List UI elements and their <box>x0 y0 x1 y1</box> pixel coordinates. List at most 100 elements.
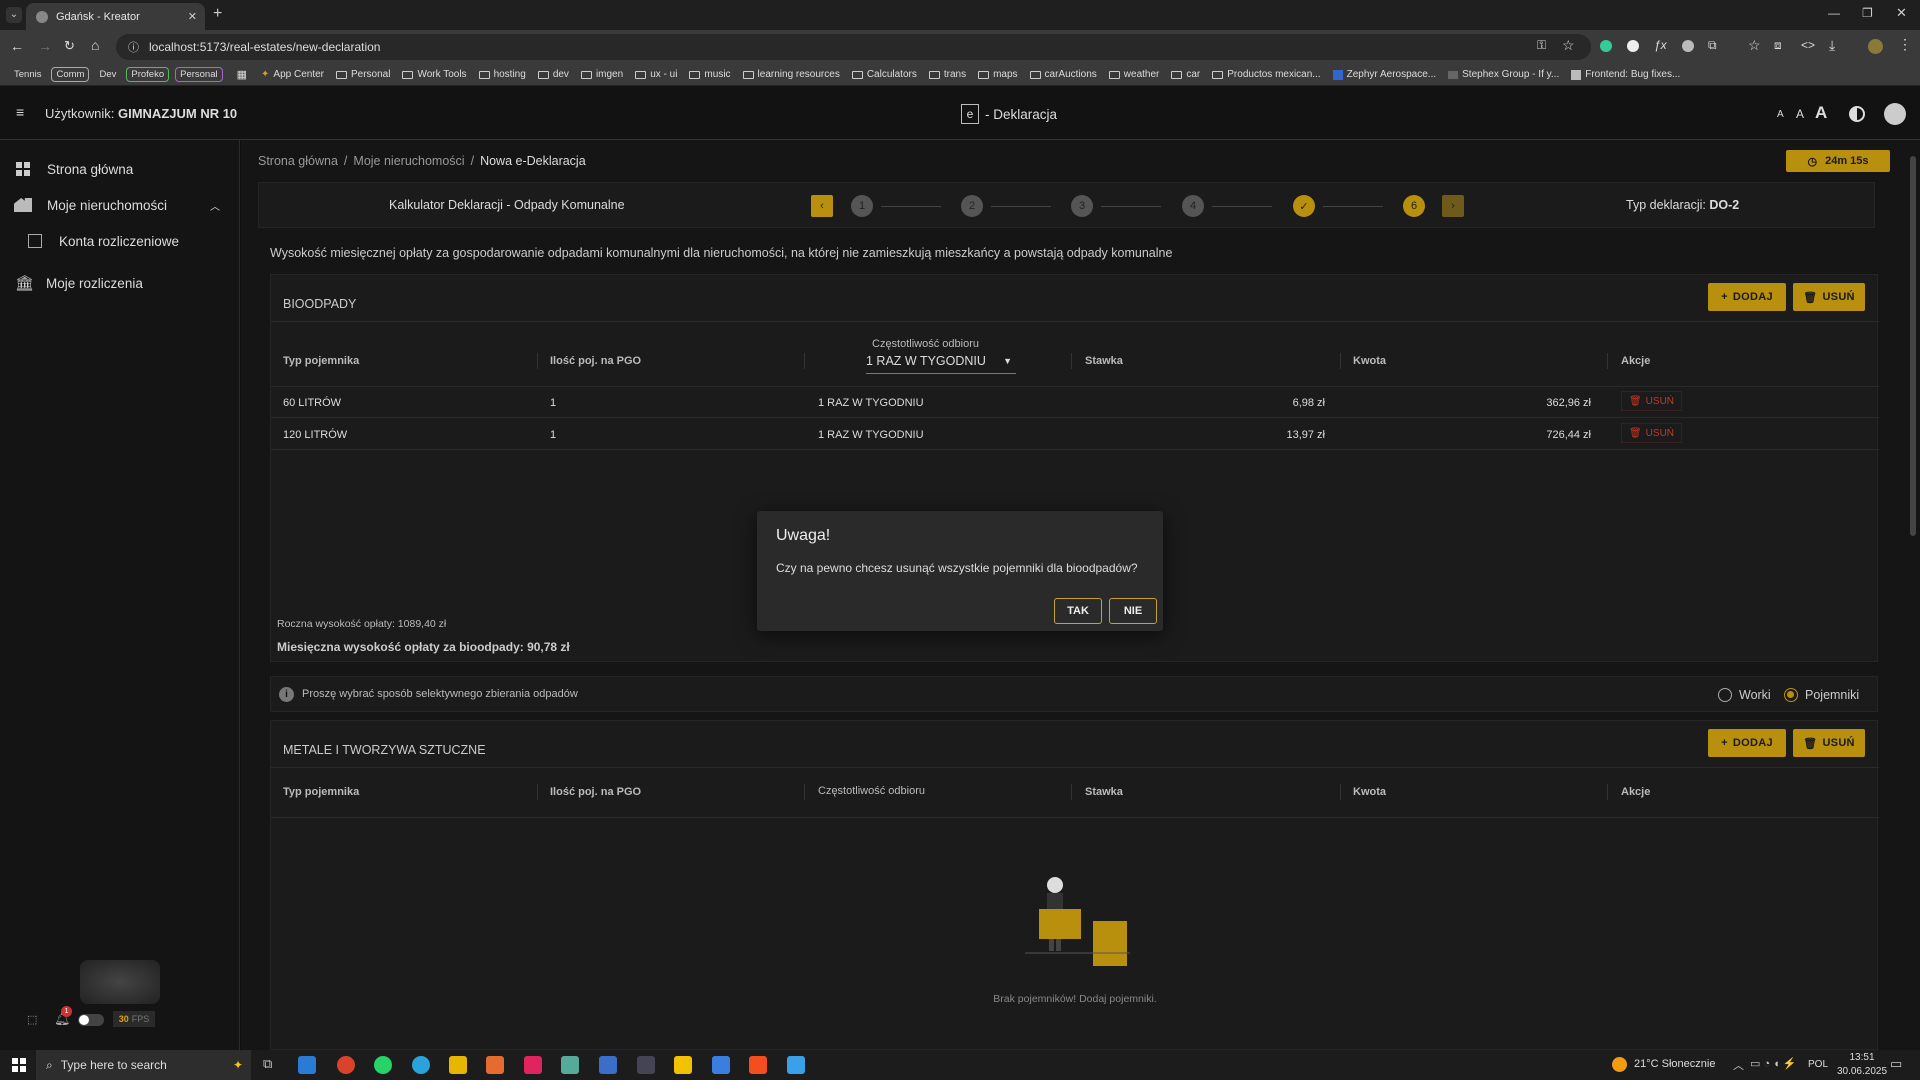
wizard-prev-button[interactable]: ‹ <box>811 195 833 217</box>
remove-row-button[interactable]: 🗑︎ USUŃ <box>1621 423 1682 443</box>
wizard-step-4[interactable]: 4 <box>1182 195 1204 217</box>
font-size-medium-button[interactable]: A <box>1796 107 1804 121</box>
figma-icon[interactable] <box>749 1056 767 1074</box>
browser-menu-icon[interactable]: ⋮ <box>1898 36 1912 53</box>
bookmark-link[interactable]: Frontend: Bug fixes... <box>1571 69 1680 80</box>
bookmark-chip-personal[interactable]: Personal <box>175 67 223 82</box>
wizard-step-3[interactable]: 3 <box>1071 195 1093 217</box>
wizard-step-1[interactable]: 1 <box>851 195 873 217</box>
app-icon[interactable] <box>637 1056 655 1074</box>
extension-icon[interactable] <box>1600 40 1612 52</box>
frequency-select[interactable]: 1 RAZ W TYGODNIU ▼ <box>866 354 1016 374</box>
extensions-puzzle-icon[interactable]: ⧉ <box>1708 38 1717 53</box>
chrome-icon[interactable] <box>337 1056 355 1074</box>
chevron-up-icon[interactable]: ︿ <box>210 198 220 213</box>
weather-text[interactable]: 21°C Słonecznie <box>1634 1058 1715 1070</box>
sidebar-item-accounts[interactable]: Konta rozliczeniowe <box>0 225 240 257</box>
add-metals-button[interactable]: + DODAJ <box>1708 729 1786 757</box>
bookmark-chip-comm[interactable]: Comm <box>51 67 90 82</box>
bookmark-folder[interactable]: Personal <box>336 69 390 80</box>
tab-list-icon[interactable]: ⌄ <box>6 7 22 23</box>
bookmark-chip-profeko[interactable]: Profeko <box>126 67 170 82</box>
bookmark-folder[interactable]: dev <box>537 69 569 80</box>
bookmark-folder[interactable]: hosting <box>478 69 526 80</box>
wizard-step-2[interactable]: 2 <box>961 195 983 217</box>
minimize-icon[interactable]: — <box>1828 6 1840 20</box>
taskbar-search[interactable]: ⌕ Type here to search ✦ <box>36 1050 251 1080</box>
radio-containers-label[interactable]: Pojemniki <box>1805 688 1859 702</box>
radio-containers-selected[interactable] <box>1784 688 1798 702</box>
sidebar-item-real-estates[interactable]: Moje nieruchomości ︿ <box>0 189 240 221</box>
app-icon[interactable] <box>561 1056 579 1074</box>
bookmark-link[interactable]: Zephyr Aerospace... <box>1332 69 1436 80</box>
maximize-icon[interactable]: ❐ <box>1862 6 1873 20</box>
back-icon[interactable]: ← <box>10 38 24 54</box>
close-window-icon[interactable]: ✕ <box>1896 5 1907 21</box>
download-icon[interactable]: ⤓ <box>1829 37 1835 54</box>
confirm-no-button[interactable]: NIE <box>1109 598 1157 624</box>
font-size-large-button[interactable]: A <box>1815 103 1827 123</box>
devtools-icon[interactable]: <> <box>1801 38 1815 52</box>
radio-bags[interactable] <box>1718 688 1732 702</box>
contrast-toggle-icon[interactable] <box>1849 106 1865 122</box>
breadcrumb-real-estates[interactable]: Moje nieruchomości <box>353 154 464 168</box>
bookmark-chip-tennis[interactable]: Tennis <box>10 68 45 81</box>
app-icon[interactable] <box>524 1056 542 1074</box>
wizard-step-6-current[interactable]: 6 <box>1403 195 1425 217</box>
function-extension-icon[interactable]: ƒx <box>1654 38 1667 52</box>
add-bio-button[interactable]: + DODAJ <box>1708 283 1786 311</box>
collapse-menu-icon[interactable]: ≡ <box>16 104 24 120</box>
password-key-icon[interactable]: ⚿ <box>1537 38 1546 53</box>
sidebar-item-settlements[interactable]: 🏛 Moje rozliczenia <box>0 267 240 299</box>
bookmark-star-icon[interactable]: ☆ <box>1562 37 1575 54</box>
bookmark-link[interactable]: Stephex Group - If y... <box>1448 69 1559 80</box>
forward-icon[interactable]: → <box>38 38 52 54</box>
bookmark-folder[interactable]: weather <box>1108 69 1159 80</box>
reload-icon[interactable]: ↻ <box>64 38 75 54</box>
wizard-next-button[interactable]: › <box>1442 195 1464 217</box>
whatsapp-icon[interactable] <box>374 1056 392 1074</box>
windows-start-icon[interactable] <box>12 1058 26 1072</box>
browser-tab[interactable]: Gdańsk - Kreator ✕ <box>26 3 205 30</box>
font-size-small-button[interactable]: A <box>1777 109 1784 120</box>
app-icon[interactable] <box>486 1056 504 1074</box>
site-info-icon[interactable]: ⓘ <box>128 39 139 55</box>
bookmark-app-center[interactable]: ✦ App Center <box>261 69 324 80</box>
profile-avatar[interactable] <box>1868 39 1883 54</box>
user-avatar-icon[interactable] <box>1884 103 1906 125</box>
wizard-step-5-done[interactable]: ✓ <box>1293 195 1315 217</box>
clock-date[interactable]: 30.06.2025 <box>1830 1066 1894 1077</box>
cursor-select-icon[interactable]: ⬚ <box>27 1013 37 1026</box>
bookmark-folder[interactable]: trans <box>928 69 966 80</box>
app-icon[interactable] <box>787 1056 805 1074</box>
new-tab-icon[interactable]: + <box>213 5 222 23</box>
task-view-icon[interactable]: ⧉ <box>263 1056 272 1072</box>
bookmark-folder[interactable]: Productos mexican... <box>1212 69 1321 80</box>
bookmark-folder[interactable]: carAuctions <box>1029 69 1097 80</box>
app-icon[interactable] <box>712 1056 730 1074</box>
bookmark-folder[interactable]: Calculators <box>851 69 917 80</box>
remove-all-metals-button[interactable]: 🗑︎ USUŃ <box>1793 729 1865 757</box>
remove-row-button[interactable]: 🗑︎ USUŃ <box>1621 391 1682 411</box>
tray-chevron-icon[interactable]: ︿ <box>1733 1057 1744 1073</box>
extension-icon[interactable] <box>1627 40 1639 52</box>
bookmark-chip-dev[interactable]: Dev <box>95 68 120 81</box>
language-indicator[interactable]: POL <box>1808 1059 1828 1070</box>
extension-icon[interactable] <box>1682 40 1694 52</box>
close-tab-icon[interactable]: ✕ <box>188 10 197 23</box>
sticky-notes-icon[interactable] <box>674 1056 692 1074</box>
bookmark-folder[interactable]: car <box>1171 69 1200 80</box>
home-icon[interactable]: ⌂ <box>91 37 99 53</box>
clock-time[interactable]: 13:51 <box>1842 1052 1882 1063</box>
file-explorer-icon[interactable] <box>449 1056 467 1074</box>
bookmark-folder[interactable]: learning resources <box>742 69 840 80</box>
bookmark-folder[interactable]: maps <box>978 69 1018 80</box>
confirm-yes-button[interactable]: TAK <box>1054 598 1102 624</box>
bookmark-folder[interactable]: ux - ui <box>635 69 677 80</box>
app-icon[interactable] <box>599 1056 617 1074</box>
url-input[interactable]: ⓘ localhost:5173/real-estates/new-declar… <box>116 34 1591 60</box>
theme-toggle[interactable] <box>78 1014 104 1026</box>
bookmark-folder[interactable]: imgen <box>580 69 623 80</box>
vscode-icon[interactable] <box>298 1056 316 1074</box>
radio-bags-label[interactable]: Worki <box>1739 688 1771 702</box>
